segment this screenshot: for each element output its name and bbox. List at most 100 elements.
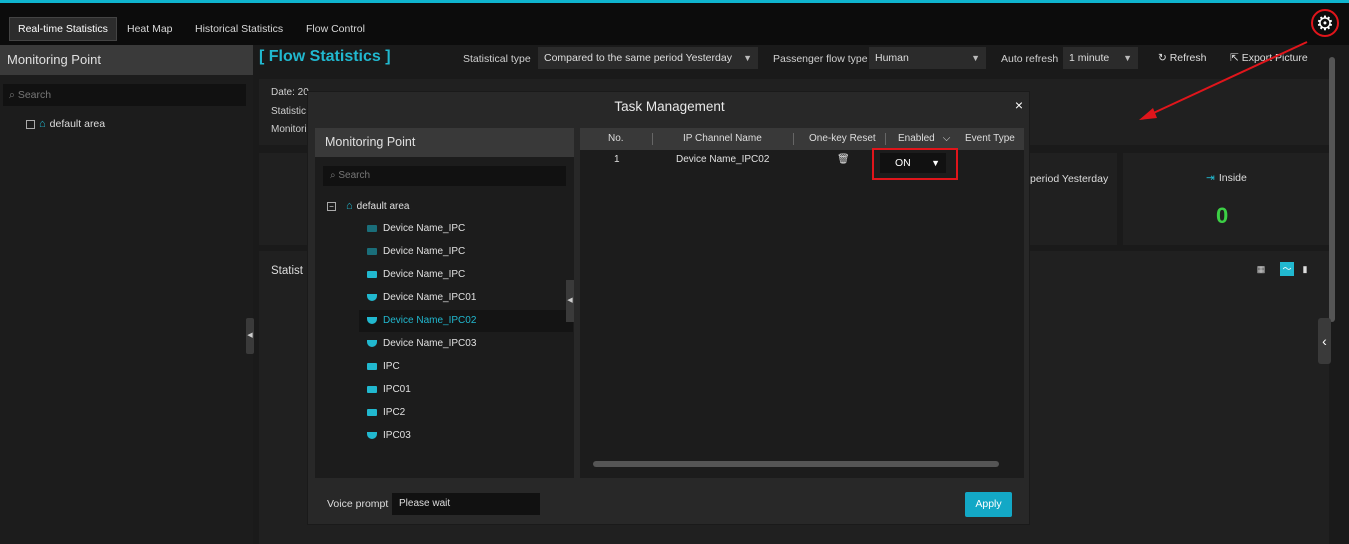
statistics-label: Statist	[271, 265, 303, 277]
row-channel-name: Device Name_IPC02	[676, 154, 770, 165]
dialog-title: Task Management	[614, 99, 725, 114]
tree-item-label: IPC2	[383, 407, 406, 418]
tree-item-label: IPC	[383, 361, 400, 372]
dome-camera-icon	[367, 316, 377, 324]
tab-heat-map[interactable]: Heat Map	[127, 17, 173, 41]
tree-item-device[interactable]: IPC2	[367, 402, 405, 424]
home-icon: ⌂	[39, 118, 46, 130]
tree-item-device[interactable]: IPC03	[367, 425, 411, 447]
enabled-value: ON	[895, 157, 911, 169]
page-title: [ Flow Statistics ]	[259, 48, 391, 65]
inside-label: ⇥ Inside	[1206, 172, 1247, 184]
monitoring-point-panel: Monitoring Point ⌕ Search ⌂ default area	[0, 45, 253, 544]
dome-camera-icon	[367, 293, 377, 301]
inside-card	[1123, 153, 1329, 245]
voice-prompt-label: Voice prompt	[327, 498, 389, 510]
column-no: No.	[608, 133, 624, 144]
tree-item-label: Device Name_IPC01	[383, 292, 477, 303]
close-icon[interactable]: ×	[1015, 97, 1023, 113]
annotation-arrow	[1139, 41, 1308, 120]
camera-icon	[367, 270, 377, 278]
camera-icon	[367, 408, 377, 416]
column-divider	[793, 133, 794, 145]
auto-refresh-select[interactable]: 1 minute ▼	[1063, 47, 1138, 69]
task-table: No. IP Channel Name One-key Reset Enable…	[580, 128, 1024, 478]
dome-camera-icon	[367, 339, 377, 347]
tree-item-device[interactable]: Device Name_IPC	[367, 264, 465, 286]
tree-item-device[interactable]: Device Name_IPC03	[367, 333, 476, 355]
passenger-flow-type-label: Passenger flow type	[773, 53, 868, 65]
tree-item-label: Device Name_IPC03	[383, 338, 477, 349]
calendar-icon[interactable]: ▦	[1254, 262, 1268, 276]
tree-item-label: default area	[49, 118, 106, 130]
chevron-down-icon: ▼	[971, 53, 980, 63]
dialog-monitoring-point-panel: Monitoring Point ⌕ Search − ⌂ default area…	[315, 128, 574, 478]
tree-item-label: Device Name_IPC	[383, 269, 466, 280]
dialog-splitter-handle[interactable]: ◀	[566, 280, 574, 322]
column-enabled[interactable]: Enabled ⌵	[898, 128, 950, 150]
column-event-type: Event Type	[965, 133, 1015, 144]
auto-refresh-label: Auto refresh	[1001, 53, 1059, 65]
dialog-search-input[interactable]: ⌕ Search	[323, 166, 566, 186]
tree-item-label: Device Name_IPC02	[383, 315, 477, 326]
tree-item-device[interactable]: IPC	[367, 356, 400, 378]
bar-chart-icon[interactable]: ▮	[1298, 262, 1312, 276]
dome-camera-icon	[367, 431, 377, 439]
line-chart-icon[interactable]: 〜	[1280, 262, 1294, 276]
column-divider	[885, 133, 886, 145]
inside-value: 0	[1216, 203, 1229, 228]
horizontal-scrollbar[interactable]	[593, 461, 999, 467]
tree-item-label: Device Name_IPC	[383, 246, 466, 257]
column-one-key-reset: One-key Reset	[809, 133, 876, 144]
tree-item-device-selected[interactable]: Device Name_IPC02	[359, 310, 573, 332]
dialog-monitoring-point-header: Monitoring Point	[315, 128, 574, 157]
column-divider	[652, 133, 653, 145]
search-placeholder: Search	[17, 89, 52, 101]
info-statistical: Statistic	[271, 106, 307, 117]
tab-historical-statistics[interactable]: Historical Statistics	[195, 17, 283, 41]
statistical-type-label: Statistical type	[463, 53, 531, 65]
collapse-toggle[interactable]: −	[327, 201, 336, 211]
tree-item-default-area[interactable]: ⌂ default area	[26, 118, 105, 130]
collapse-left-panel-button[interactable]: ◀	[246, 318, 254, 354]
chevron-down-icon: ▼	[743, 53, 752, 63]
tree-item-device[interactable]: Device Name_IPC	[367, 218, 465, 240]
tree-item-default-area[interactable]: − ⌂ default area	[327, 195, 409, 217]
tree-item-label: IPC03	[383, 430, 411, 441]
search-icon: ⌕	[9, 89, 18, 101]
chevron-down-icon: ▼	[931, 158, 940, 168]
monitoring-point-header: Monitoring Point	[0, 45, 253, 75]
statistical-type-value: Compared to the same period Yesterday	[544, 52, 732, 64]
gear-icon[interactable]: ⚙	[1311, 9, 1339, 37]
checkbox[interactable]	[26, 119, 35, 129]
camera-icon	[367, 385, 377, 393]
tree-item-device[interactable]: Device Name_IPC	[367, 241, 465, 263]
table-header: No. IP Channel Name One-key Reset Enable…	[580, 128, 1024, 150]
search-input[interactable]: ⌕ Search	[3, 84, 246, 106]
info-monitoring: Monitori	[271, 124, 307, 135]
tree-item-label: default area	[356, 201, 410, 212]
chevron-left-icon[interactable]: ‹	[1318, 318, 1331, 364]
trash-icon[interactable]: 🗑	[837, 154, 850, 165]
period-text: period Yesterday	[1030, 173, 1109, 185]
chevron-down-icon: ⌵	[942, 133, 951, 144]
column-ip-channel-name: IP Channel Name	[683, 133, 762, 144]
statistical-type-select[interactable]: Compared to the same period Yesterday ▼	[538, 47, 758, 69]
tree-item-label: IPC01	[383, 384, 411, 395]
camera-icon	[367, 224, 377, 232]
row-no: 1	[614, 154, 620, 165]
passenger-flow-type-select[interactable]: Human ▼	[869, 47, 986, 69]
camera-icon	[367, 247, 377, 255]
tab-flow-control[interactable]: Flow Control	[306, 17, 365, 41]
enabled-select[interactable]: ON ▼	[880, 153, 946, 173]
apply-button[interactable]: Apply	[965, 492, 1012, 517]
camera-icon	[367, 362, 377, 370]
auto-refresh-value: 1 minute	[1069, 52, 1110, 64]
tree-item-device[interactable]: Device Name_IPC01	[367, 287, 476, 309]
chevron-down-icon: ▼	[1123, 53, 1132, 63]
tree-item-device[interactable]: IPC01	[367, 379, 411, 401]
vertical-scrollbar[interactable]	[1329, 57, 1335, 322]
inside-label-text: Inside	[1218, 172, 1247, 184]
voice-prompt-select[interactable]: Please wait	[392, 493, 540, 515]
tab-real-time-statistics[interactable]: Real-time Statistics	[9, 17, 117, 41]
